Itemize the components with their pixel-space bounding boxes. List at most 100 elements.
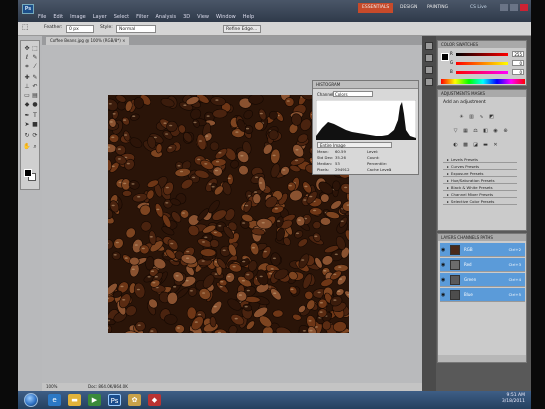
red-value[interactable]: 255	[512, 51, 524, 57]
type-tool-icon[interactable]: T	[31, 112, 39, 119]
blur-tool-icon[interactable]: ◆	[23, 101, 31, 108]
hand-tool-icon[interactable]: ✋	[23, 143, 31, 150]
blue-value[interactable]: 0	[512, 69, 524, 75]
channel-row-red[interactable]: ◉ Red Ctrl+3	[440, 258, 525, 272]
minimize-icon[interactable]	[500, 4, 508, 11]
color-spectrum-bar[interactable]	[441, 79, 525, 84]
channel-row-green[interactable]: ◉ Green Ctrl+4	[440, 273, 525, 287]
feather-input[interactable]: 0 px	[66, 25, 94, 33]
move-tool-icon[interactable]: ✥	[23, 45, 31, 52]
menu-file[interactable]: File	[38, 14, 46, 20]
menu-view[interactable]: View	[197, 14, 209, 20]
green-slider[interactable]	[456, 62, 508, 65]
levels-icon[interactable]: ▥	[468, 114, 475, 121]
eraser-tool-icon[interactable]: ▭	[23, 92, 31, 99]
refine-edge-button[interactable]: Refine Edge...	[223, 25, 261, 33]
style-select[interactable]: Normal	[116, 25, 156, 33]
3d-camera-tool-icon[interactable]: ⟳	[31, 132, 39, 139]
blue-slider[interactable]	[456, 71, 508, 74]
start-button[interactable]	[24, 393, 38, 407]
workspace-painting-button[interactable]: PAINTING	[423, 3, 452, 13]
channel-row-blue[interactable]: ◉ Blue Ctrl+5	[440, 288, 525, 302]
history-brush-tool-icon[interactable]: ↶	[31, 83, 39, 90]
preset-item[interactable]: Black & White Presets	[443, 184, 517, 191]
document-size[interactable]: Doc: 864.0K/864.0K	[88, 383, 128, 391]
layers-panel-tabs[interactable]: LAYERS CHANNELS PATHS	[438, 234, 526, 241]
brightness-contrast-icon[interactable]: ☀	[458, 114, 465, 121]
curves-icon[interactable]: ∿	[478, 114, 485, 121]
media-player-icon[interactable]: ▶	[88, 394, 101, 406]
maximize-icon[interactable]	[510, 4, 518, 11]
vibrance-icon[interactable]: ▽	[452, 128, 459, 135]
menu-edit[interactable]: Edit	[53, 14, 63, 20]
history-panel-icon[interactable]	[425, 42, 433, 50]
explorer-folder-icon[interactable]: ▬	[68, 394, 81, 406]
menu-help[interactable]: Help	[243, 14, 254, 20]
cs-live-button[interactable]: CS Live	[470, 3, 487, 13]
marquee-tool-icon[interactable]: ⬚	[22, 23, 29, 31]
threshold-icon[interactable]: ◪	[472, 142, 479, 149]
info-panel-icon[interactable]	[425, 54, 433, 62]
black-white-icon[interactable]: ◧	[482, 128, 489, 135]
green-value[interactable]: 0	[512, 60, 524, 66]
channel-select[interactable]: Colors	[333, 91, 373, 97]
menu-layer[interactable]: Layer	[93, 14, 107, 20]
zoom-level[interactable]: 100%	[46, 383, 57, 391]
dodge-tool-icon[interactable]: ●	[31, 101, 39, 108]
visibility-eye-icon[interactable]: ◉	[441, 262, 447, 268]
healing-brush-tool-icon[interactable]: ✚	[23, 74, 31, 81]
visibility-eye-icon[interactable]: ◉	[441, 277, 447, 283]
color-panel-swatch[interactable]	[441, 53, 449, 61]
menu-window[interactable]: Window	[216, 14, 236, 20]
gradient-tool-icon[interactable]: ▤	[31, 92, 39, 99]
menu-filter[interactable]: Filter	[136, 14, 148, 20]
workspace-essentials-button[interactable]: ESSENTIALS	[358, 3, 394, 13]
app-taskbar-icon[interactable]: ◆	[148, 394, 161, 406]
menu-image[interactable]: Image	[70, 14, 86, 20]
brush-panel-icon[interactable]	[425, 66, 433, 74]
photoshop-taskbar-icon[interactable]: Ps	[108, 394, 121, 406]
invert-icon[interactable]: ◐	[452, 142, 459, 149]
clone-stamp-tool-icon[interactable]: ⊥	[23, 83, 31, 90]
marquee-tool-icon[interactable]: ⬚	[31, 45, 39, 52]
posterize-icon[interactable]: ▩	[462, 142, 469, 149]
visibility-eye-icon[interactable]: ◉	[441, 247, 447, 253]
red-slider[interactable]	[456, 53, 508, 56]
channel-row-rgb[interactable]: ◉ RGB Ctrl+2	[440, 243, 525, 257]
photo-filter-icon[interactable]: ◉	[492, 128, 499, 135]
visibility-eye-icon[interactable]: ◉	[441, 292, 447, 298]
gradient-map-icon[interactable]: ▬	[482, 142, 489, 149]
adjustments-panel-tabs[interactable]: ADJUSTMENTS MASKS	[438, 90, 526, 97]
preset-item[interactable]: Channel Mixer Presets	[443, 191, 517, 198]
preset-item[interactable]: Selective Color Presets	[443, 198, 517, 205]
crop-tool-icon[interactable]: ⌗	[23, 63, 31, 70]
hue-saturation-icon[interactable]: ▦	[462, 128, 469, 135]
workspace-design-button[interactable]: DESIGN	[396, 3, 421, 13]
menu-analysis[interactable]: Analysis	[156, 14, 177, 20]
color-balance-icon[interactable]: ⚖	[472, 128, 479, 135]
selective-color-icon[interactable]: ✕	[492, 142, 499, 149]
shape-tool-icon[interactable]: ■	[31, 121, 39, 128]
histogram-source-select[interactable]: Entire Image	[317, 142, 392, 148]
color-panel-tabs[interactable]: COLOR SWATCHES	[438, 41, 526, 48]
exposure-icon[interactable]: ◩	[488, 114, 495, 121]
zoom-tool-icon[interactable]: ⌕	[31, 143, 39, 150]
eyedropper-tool-icon[interactable]: ⁄	[31, 63, 39, 70]
clone-source-panel-icon[interactable]	[425, 78, 433, 86]
quick-select-tool-icon[interactable]: ✎	[31, 54, 39, 61]
preset-item[interactable]: Curves Presets	[443, 163, 517, 170]
brush-tool-icon[interactable]: ✎	[31, 74, 39, 81]
channel-mixer-icon[interactable]: ⊕	[502, 128, 509, 135]
close-icon[interactable]	[520, 4, 528, 11]
foreground-color-swatch[interactable]	[24, 169, 32, 177]
pen-tool-icon[interactable]: ✒	[23, 112, 31, 119]
menu-select[interactable]: Select	[114, 14, 129, 20]
path-selection-tool-icon[interactable]: ➤	[23, 121, 31, 128]
document-tab[interactable]: Coffee Beans.jpg @ 100% (RGB/8*) ×	[46, 37, 130, 45]
preset-item[interactable]: Levels Presets	[443, 156, 517, 163]
system-tray-clock[interactable]: 9:51 AM 3/18/2011	[502, 393, 525, 405]
3d-rotate-tool-icon[interactable]: ↻	[23, 132, 31, 139]
preset-item[interactable]: Exposure Presets	[443, 170, 517, 177]
menu-3d[interactable]: 3D	[183, 14, 190, 20]
internet-explorer-icon[interactable]: e	[48, 394, 61, 406]
